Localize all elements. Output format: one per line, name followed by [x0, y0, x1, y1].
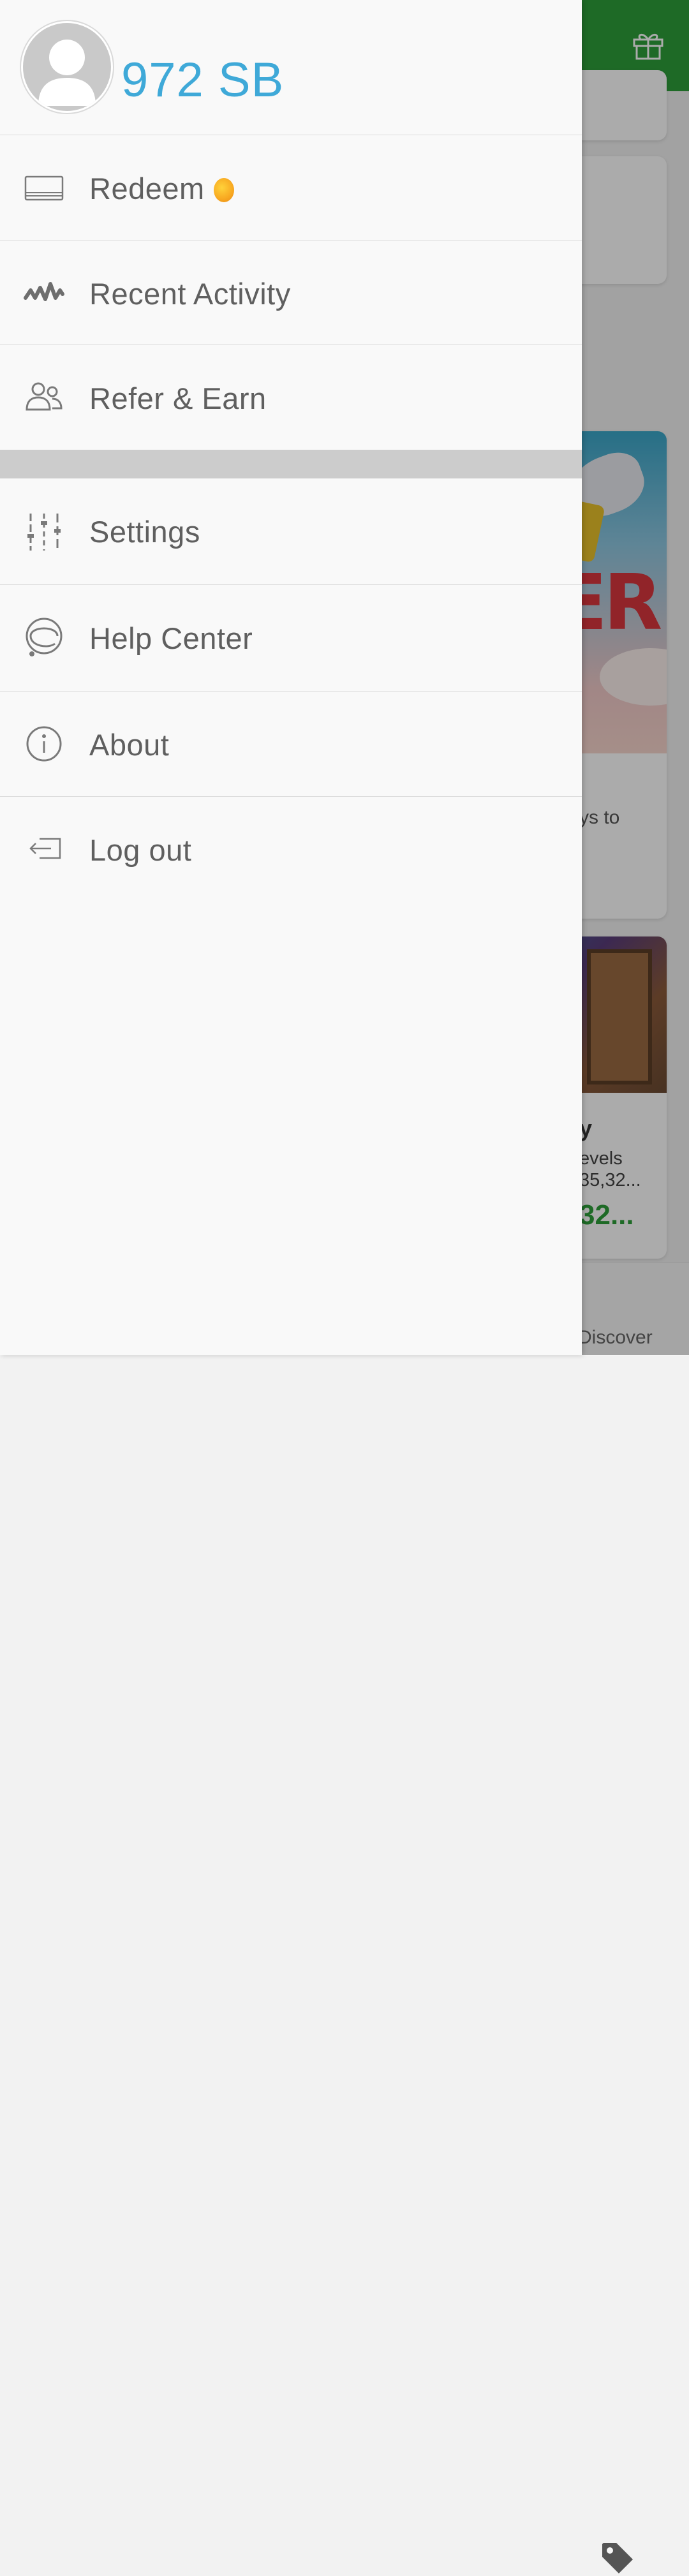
section-divider [0, 450, 582, 478]
tag-icon[interactable] [600, 2540, 635, 2576]
menu-label-help-center: Help Center [89, 621, 253, 655]
menu-item-settings[interactable]: Settings [0, 479, 582, 585]
drawer-header: 972 SB [0, 0, 582, 135]
menu-label-refer-earn: Refer & Earn [89, 381, 267, 415]
menu-label-redeem: Redeem [89, 172, 205, 205]
card-icon [24, 175, 64, 201]
person-icon [38, 40, 96, 106]
menu-item-redeem[interactable]: Redeem [0, 135, 582, 241]
menu-item-help-center[interactable]: Help Center [0, 585, 582, 692]
menu-item-about[interactable]: About [0, 692, 582, 797]
coin-icon [213, 178, 234, 202]
info-icon [26, 726, 62, 762]
activity-wave-icon [24, 282, 64, 301]
menu-item-logout[interactable]: Log out [0, 797, 582, 901]
navigation-drawer: 972 SB Redeem Recent Activity Refer & Ea… [0, 0, 582, 1355]
avatar[interactable] [21, 21, 113, 113]
menu-item-refer-earn[interactable]: Refer & Earn [0, 345, 582, 450]
logout-icon [29, 838, 61, 859]
sliders-icon [27, 514, 61, 551]
menu-item-recent-activity[interactable]: Recent Activity [0, 241, 582, 345]
menu-label-settings: Settings [89, 515, 200, 549]
menu-label-logout: Log out [89, 833, 192, 867]
people-icon [26, 382, 63, 411]
points-balance: 972 SB [121, 53, 285, 107]
menu-label-about: About [89, 728, 170, 762]
menu-label-recent-activity: Recent Activity [89, 277, 291, 311]
headset-icon [26, 618, 63, 656]
